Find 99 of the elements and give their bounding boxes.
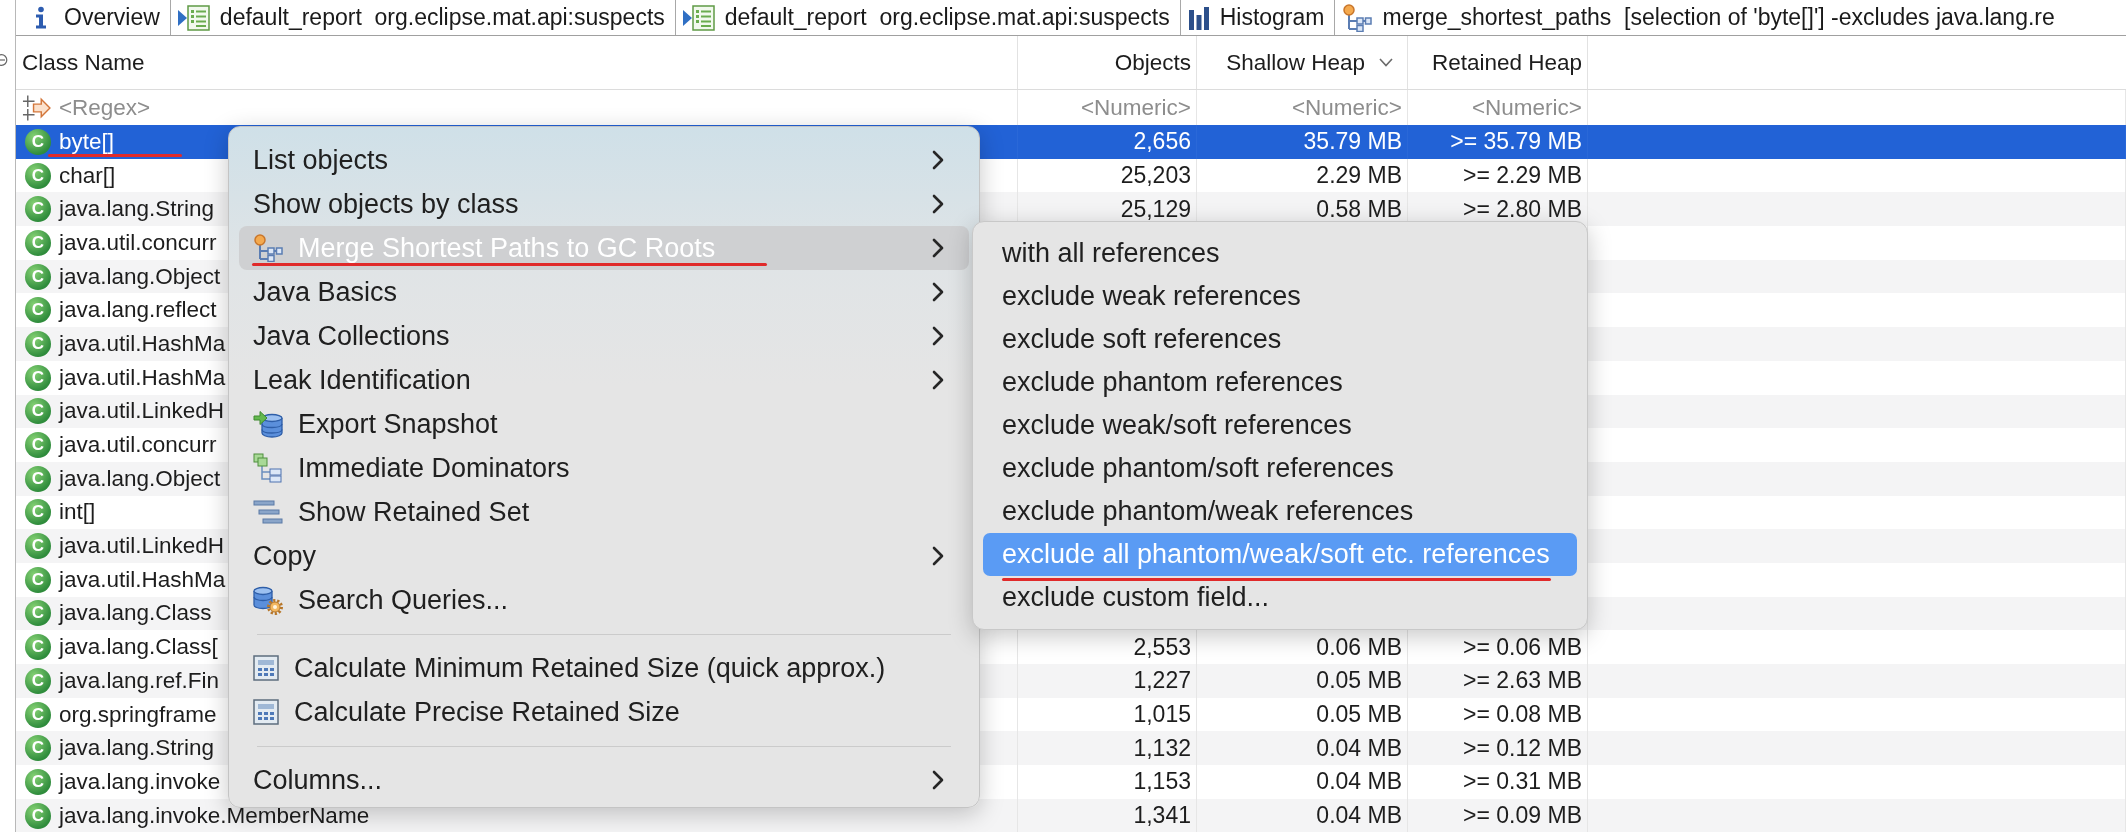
menu-item[interactable]: Leak Identification <box>239 358 969 402</box>
menu-item[interactable]: exclude custom field... <box>983 576 1577 619</box>
class-name: java.lang.Object <box>59 263 221 290</box>
menu-item[interactable]: exclude phantom references <box>983 361 1577 404</box>
class-badge: C <box>25 667 51 694</box>
class-badge: C <box>25 701 51 728</box>
class-name: java.lang.invoke.MemberName <box>59 802 370 829</box>
table-cell: 1,132 <box>1018 731 1197 766</box>
class-name: org.springframe <box>59 701 217 728</box>
menu-item[interactable]: exclude weak/soft references <box>983 404 1577 447</box>
menu-item[interactable]: Immediate Dominators <box>239 446 969 490</box>
class-name: java.lang.String <box>59 196 215 223</box>
info-icon <box>35 6 47 29</box>
class-badge: C <box>25 398 51 425</box>
tab[interactable]: merge_shortest_paths [selection of 'byte[]'] -excludes java.lang.re <box>1335 0 2065 35</box>
class-badge: C <box>25 735 51 762</box>
class-name: char[] <box>59 162 116 189</box>
menu-item[interactable]: Show Retained Set <box>239 490 969 534</box>
arrows-icon <box>22 92 51 123</box>
column-header[interactable]: Class Name <box>16 36 1018 89</box>
class-name: java.lang.ref.Fin <box>59 667 220 694</box>
hierarchy-icon <box>253 453 283 483</box>
class-name: java.lang.Class <box>59 600 212 627</box>
table-cell: 0.04 MB <box>1197 798 1408 832</box>
table-cell: 0.04 MB <box>1197 731 1408 766</box>
class-badge: C <box>25 229 51 256</box>
tab[interactable]: default_report org.eclipse.mat.api:suspects <box>675 0 1181 35</box>
class-name: java.util.concurr <box>59 432 217 459</box>
menu-item[interactable]: Search Queries... <box>239 578 969 622</box>
class-badge: C <box>25 364 51 391</box>
tab[interactable]: Overview <box>16 0 171 35</box>
class-name: java.util.HashMa <box>59 364 226 391</box>
document-icon <box>682 4 715 31</box>
class-badge: C <box>25 196 51 223</box>
class-badge: C <box>25 162 51 189</box>
class-badge: C <box>25 499 51 526</box>
tree-icon <box>1342 3 1373 32</box>
table-cell: 2,656 <box>1018 125 1197 159</box>
table-cell: 1,227 <box>1018 664 1197 698</box>
document-icon <box>177 4 210 31</box>
class-name: java.lang.Class[ <box>59 634 218 661</box>
table-cell: 1,341 <box>1018 798 1197 832</box>
class-name: java.lang.reflect <box>59 297 217 324</box>
filter-field[interactable]: <Numeric> <box>1413 94 1582 121</box>
class-name: java.util.HashMa <box>59 566 226 593</box>
class-badge: C <box>25 768 51 795</box>
class-name: java.util.HashMa <box>59 330 226 357</box>
column-header[interactable]: Shallow Heap <box>1197 36 1408 89</box>
class-badge: C <box>25 465 51 492</box>
table-cell: 0.05 MB <box>1197 664 1408 698</box>
table-cell: >= 0.12 MB <box>1408 731 1588 766</box>
class-badge: C <box>25 802 51 829</box>
filter-field[interactable]: <Numeric> <box>1202 94 1402 121</box>
bar-chart-icon <box>1187 5 1210 30</box>
class-name: java.lang.String <box>59 735 215 762</box>
tree-icon <box>253 234 283 262</box>
calculator-icon <box>253 699 279 725</box>
menu-item[interactable]: with all references <box>983 232 1577 275</box>
table-cell: >= 0.09 MB <box>1408 798 1588 832</box>
class-badge: C <box>25 128 51 155</box>
class-badge: C <box>25 600 51 627</box>
column-header[interactable]: Objects <box>1018 36 1197 89</box>
class-badge: C <box>25 263 51 290</box>
menu-item[interactable]: exclude phantom/soft references <box>983 447 1577 490</box>
class-badge: C <box>25 634 51 661</box>
stacked-lines-icon <box>253 500 283 524</box>
class-badge: C <box>25 330 51 357</box>
class-name: java.util.LinkedH <box>59 398 225 425</box>
filter-field[interactable]: <Numeric> <box>1023 94 1191 121</box>
menu-item[interactable]: Copy <box>239 534 969 578</box>
class-name: byte[] <box>59 128 115 155</box>
tab[interactable]: default_report org.eclipse.mat.api:suspects <box>170 0 676 35</box>
table-cell: 35.79 MB <box>1197 125 1408 159</box>
table-cell: 0.04 MB <box>1197 765 1408 799</box>
database-icon <box>253 409 283 439</box>
database-gear-icon <box>253 585 283 615</box>
class-name: java.util.LinkedH <box>59 533 225 560</box>
tab[interactable]: Histogram <box>1180 0 1336 35</box>
class-badge: C <box>25 533 51 560</box>
table-cell: >= 2.63 MB <box>1408 664 1588 698</box>
table-cell: 1,153 <box>1018 765 1197 799</box>
menu-item[interactable]: exclude phantom/weak references <box>983 490 1577 533</box>
column-header[interactable]: Retained Heap <box>1408 36 1588 89</box>
table-cell: >= 0.31 MB <box>1408 765 1588 799</box>
class-name: java.lang.invoke <box>59 768 221 795</box>
class-badge: C <box>25 566 51 593</box>
calculator-icon <box>253 655 279 681</box>
filter-field[interactable]: <Regex> <box>58 94 1012 121</box>
class-name: int[] <box>59 499 96 526</box>
menu-item[interactable]: Java Collections <box>239 314 969 358</box>
class-badge: C <box>25 432 51 459</box>
menu-item[interactable]: exclude soft references <box>983 318 1577 361</box>
class-badge: C <box>25 297 51 324</box>
menu-item[interactable]: Java Basics <box>239 270 969 314</box>
table-cell: >= 35.79 MB <box>1408 125 1588 159</box>
class-name: java.util.concurr <box>59 229 217 256</box>
menu-item[interactable]: Export Snapshot <box>239 402 969 446</box>
class-name: java.lang.Object <box>59 465 221 492</box>
menu-item[interactable]: exclude weak references <box>983 275 1577 318</box>
